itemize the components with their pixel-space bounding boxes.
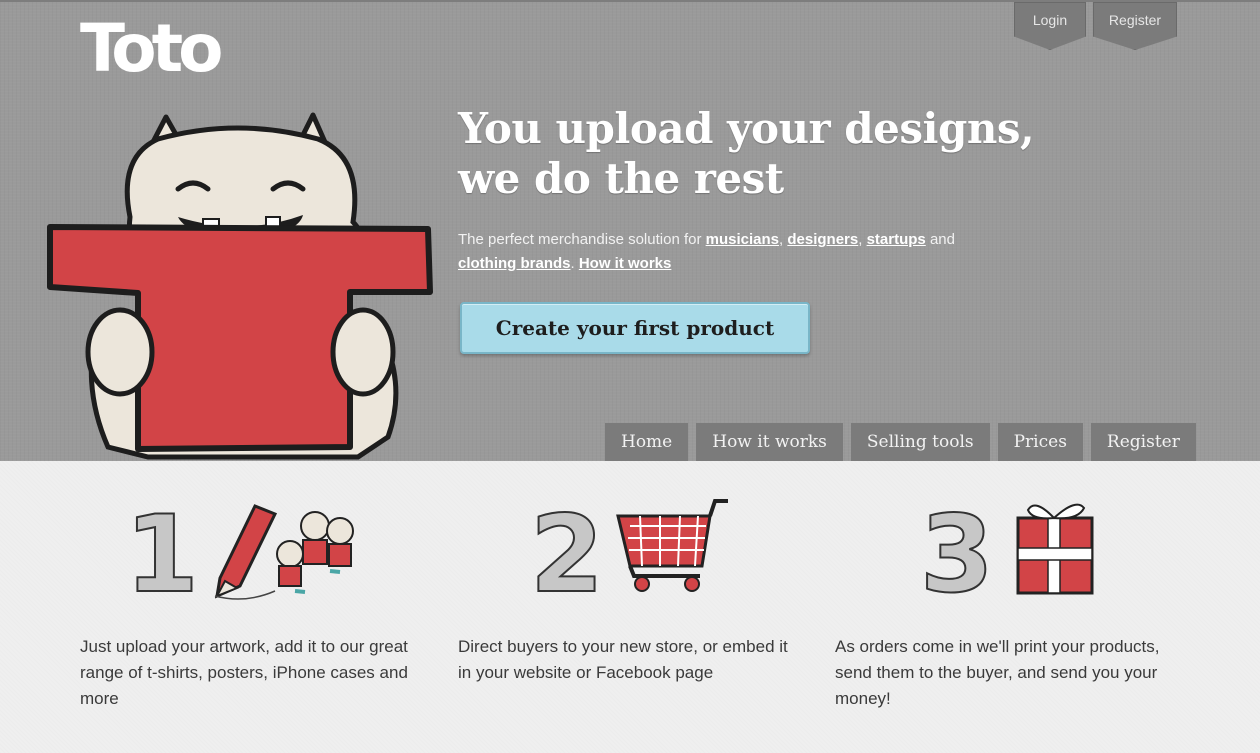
subtitle-and: and: [929, 231, 955, 248]
startups-link[interactable]: startups: [867, 231, 926, 248]
musicians-link[interactable]: musicians: [706, 231, 779, 248]
subtitle-prefix: The perfect merchandise solution for: [458, 231, 702, 248]
step-number-1: 1: [125, 496, 199, 606]
login-tab[interactable]: Login: [1014, 2, 1086, 50]
how-it-works-link[interactable]: How it works: [579, 255, 672, 272]
step-number-2: 2: [530, 496, 604, 606]
monster-mascot-illustration: [47, 112, 433, 460]
nav-selling-tools[interactable]: Selling tools: [850, 423, 990, 463]
headline-line-1: You upload your designs,: [458, 104, 1035, 153]
register-tab[interactable]: Register: [1093, 2, 1177, 50]
hero-subtitle: The perfect merchandise solution for mus…: [458, 231, 955, 272]
create-first-product-button[interactable]: Create your first product: [460, 302, 810, 354]
hero-headline: You upload your designs, we do the rest: [458, 104, 1098, 204]
step-2-text: Direct buyers to your new store, or embe…: [458, 637, 788, 682]
logo-text: Toto: [80, 10, 224, 87]
nav-register[interactable]: Register: [1090, 423, 1196, 463]
nav-home[interactable]: Home: [605, 423, 689, 463]
headline-line-2: we do the rest: [458, 154, 784, 203]
step-number-3: 3: [920, 496, 994, 606]
nav-how-it-works[interactable]: How it works: [696, 423, 843, 463]
hero-section: Toto Login Register You upload your desi…: [0, 0, 1260, 463]
main-nav: Home How it works Selling tools Prices R…: [605, 423, 1196, 463]
nav-prices[interactable]: Prices: [997, 423, 1083, 463]
toto-logo[interactable]: Toto: [80, 14, 245, 84]
step-1-text: Just upload your artwork, add it to our …: [80, 637, 408, 708]
gift-box-illustration: 3: [920, 496, 1094, 606]
upload-artwork-illustration: 1: [125, 496, 354, 606]
shopping-cart-illustration: 2: [530, 496, 728, 606]
steps-section: 1 Just upload your artwork, add it to ou…: [0, 461, 1260, 753]
designers-link[interactable]: designers: [787, 231, 858, 248]
clothing-brands-link[interactable]: clothing brands: [458, 255, 571, 272]
step-3-text: As orders come in we'll print your produ…: [835, 637, 1160, 708]
